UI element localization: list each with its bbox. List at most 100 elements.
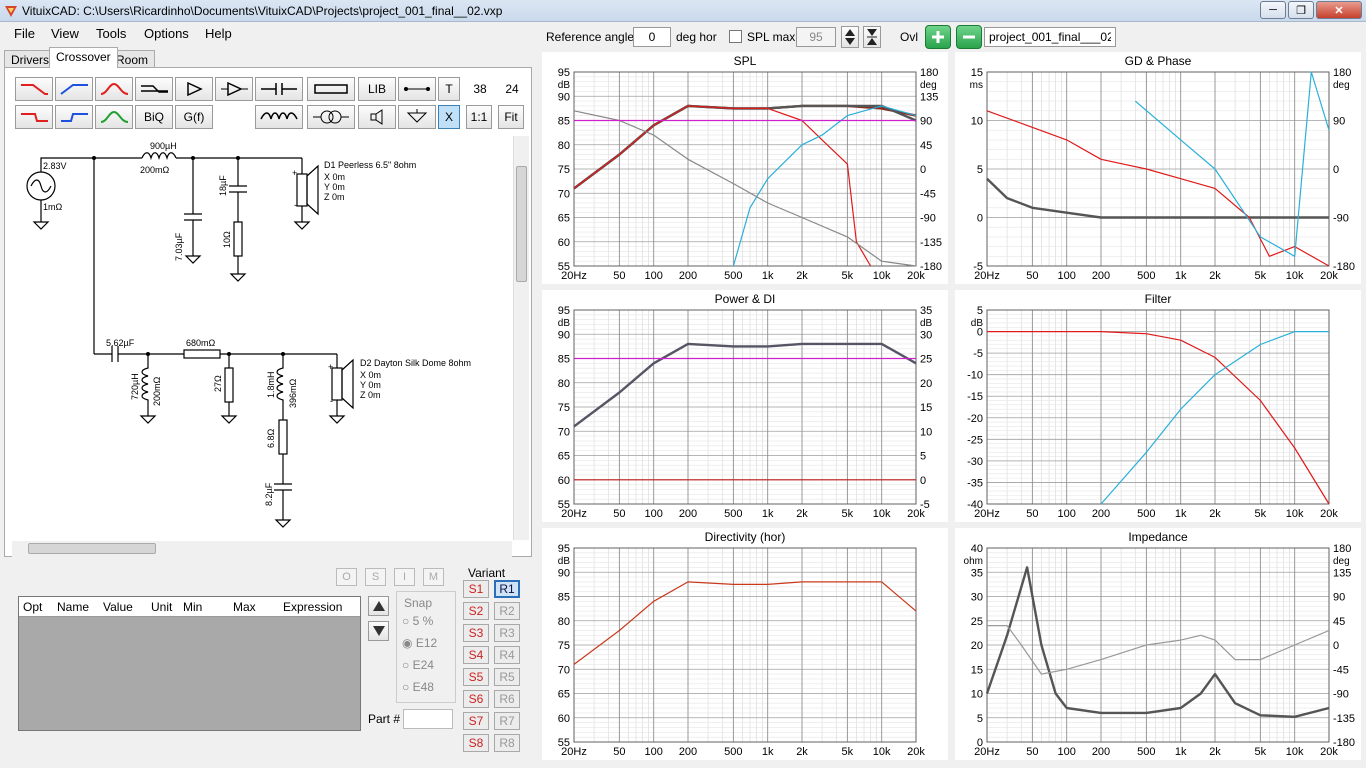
graph-gd-phase[interactable]: GD & Phase 15 10 5 0 -5 20Hz 50 100 200 500 1k 2k 5k 1… — [955, 52, 1361, 284]
col-value[interactable]: Value — [99, 597, 147, 616]
optimizer-m-button[interactable]: M — [423, 568, 444, 586]
spl-max-input[interactable] — [796, 27, 836, 47]
reference-angle-input[interactable] — [633, 27, 671, 47]
x-tick-label: 500 — [1137, 508, 1155, 520]
y-tick-label: 80 — [558, 140, 570, 152]
highpass-tool-button[interactable] — [55, 77, 93, 101]
schematic-horizontal-scrollbar[interactable] — [12, 541, 512, 557]
schematic-vertical-scrollbar[interactable] — [513, 136, 529, 540]
variant-s7-button[interactable]: S7 — [463, 712, 489, 730]
spl-max-spinner[interactable] — [841, 26, 859, 48]
variant-r2-button[interactable]: R2 — [494, 602, 520, 620]
variant-r4-button[interactable]: R4 — [494, 646, 520, 664]
part-number-input[interactable] — [403, 709, 453, 729]
menu-help[interactable]: Help — [205, 26, 232, 41]
grid-size-value[interactable]: 38 — [467, 78, 493, 100]
variant-r3-button[interactable]: R3 — [494, 624, 520, 642]
font-size-value[interactable]: 24 — [499, 78, 525, 100]
col-max[interactable]: Max — [229, 597, 279, 616]
tab-crossover[interactable]: Crossover — [49, 47, 118, 68]
variant-r7-button[interactable]: R7 — [494, 712, 520, 730]
variant-s2-button[interactable]: S2 — [463, 602, 489, 620]
variant-s8-button[interactable]: S8 — [463, 734, 489, 752]
move-up-button[interactable] — [368, 596, 389, 616]
col-name[interactable]: Name — [53, 597, 99, 616]
notch-tool-button[interactable] — [95, 77, 133, 101]
graph-impedance[interactable]: Impedance 40 35 30 25 20 15 10 5 0 20Hz 50 100 200 500… — [955, 528, 1361, 760]
crossover-schematic[interactable]: 2.83V 1mΩ 900µH 200mΩ 7.03µF 18µF 10Ω D1… — [12, 136, 512, 540]
driver-tool-button[interactable] — [358, 105, 396, 129]
move-down-button[interactable] — [368, 621, 389, 641]
menu-file[interactable]: File — [14, 26, 35, 41]
menu-options[interactable]: Options — [144, 26, 189, 41]
variant-r5-button[interactable]: R5 — [494, 668, 520, 686]
col-unit[interactable]: Unit — [147, 597, 179, 616]
resistor-r1[interactable] — [233, 221, 243, 257]
capacitor-tool-button[interactable] — [255, 77, 303, 101]
resistor-r2[interactable] — [183, 349, 221, 359]
col-expression[interactable]: Expression — [279, 597, 357, 616]
maximize-button[interactable]: ❐ — [1288, 1, 1314, 19]
minimize-button[interactable]: ─ — [1260, 1, 1286, 19]
resistor-r4[interactable] — [278, 419, 288, 455]
optimizer-s-button[interactable]: S — [365, 568, 386, 586]
x-toggle-button[interactable]: X — [438, 105, 460, 129]
driver-d2[interactable] — [331, 367, 343, 401]
lowpass2-tool-button[interactable] — [15, 105, 53, 129]
variant-s3-button[interactable]: S3 — [463, 624, 489, 642]
variant-s1-button[interactable]: S1 — [463, 580, 489, 598]
graph-spl[interactable]: SPL 95 90 85 80 75 70 65 60 55 20Hz 50 100 200 500 1k 2k… — [542, 52, 948, 284]
optimizer-i-button[interactable]: I — [394, 568, 415, 586]
inductor-tool-button[interactable] — [255, 105, 303, 129]
graph-filter[interactable]: Filter 5 0 -5 -10 -15 -20 -25 -30 -35 -40 20Hz 50 100… — [955, 290, 1361, 522]
transformer-tool-button[interactable] — [307, 105, 355, 129]
optimizer-o-button[interactable]: O — [336, 568, 357, 586]
resistor-r3[interactable] — [224, 367, 234, 403]
wire-tool-button[interactable] — [398, 77, 436, 101]
variant-r1-button[interactable]: R1 — [494, 580, 520, 598]
snap-e24-radio[interactable]: ○ E24 — [402, 658, 434, 672]
ground-tool-button[interactable] — [398, 105, 436, 129]
snap-e48-radio[interactable]: ○ E48 — [402, 680, 434, 694]
snap-e12-radio[interactable]: ◉ E12 — [402, 636, 437, 650]
resistor-tool-button[interactable] — [307, 77, 355, 101]
variant-r8-button[interactable]: R8 — [494, 734, 520, 752]
variant-s6-button[interactable]: S6 — [463, 690, 489, 708]
spl-max-checkbox[interactable] — [729, 30, 742, 43]
fit-range-button[interactable] — [863, 26, 881, 48]
col-min[interactable]: Min — [179, 597, 229, 616]
chart-5-svg: Impedance403530252015105020Hz 50 100 200 500… — [964, 530, 1355, 758]
col-opt[interactable]: Opt — [19, 597, 53, 616]
graph-power-di[interactable]: Power & DI 95 90 85 80 75 70 65 60 55 20Hz 50 100 200… — [542, 290, 948, 522]
remove-overlay-button[interactable] — [956, 25, 982, 49]
horizontal-scroll-thumb[interactable] — [28, 543, 156, 554]
close-button[interactable]: ✕ — [1316, 1, 1362, 19]
driver-d1[interactable] — [296, 173, 308, 207]
vertical-scroll-thumb[interactable] — [516, 166, 527, 282]
summer-tool-button[interactable] — [215, 77, 253, 101]
snap-5pct-radio[interactable]: ○ 5 % — [402, 614, 433, 628]
bandpass-tool-button[interactable] — [95, 105, 133, 129]
graph-directivity[interactable]: Directivity (hor) 95 90 85 80 75 70 65 60 55 20Hz 5… — [542, 528, 948, 760]
add-overlay-button[interactable] — [925, 25, 951, 49]
variant-r6-button[interactable]: R6 — [494, 690, 520, 708]
l2-value-label: 720µH — [130, 373, 140, 400]
shelf-tool-button[interactable] — [135, 77, 173, 101]
overlay-name-input[interactable] — [984, 27, 1116, 47]
optimizer-table[interactable]: Opt Name Value Unit Min Max Expression — [18, 596, 361, 731]
highpass2-tool-button[interactable] — [55, 105, 93, 129]
menu-view[interactable]: View — [51, 26, 79, 41]
library-button[interactable]: LIB — [358, 77, 396, 101]
d1-plus-label: + — [292, 168, 297, 178]
variant-s4-button[interactable]: S4 — [463, 646, 489, 664]
menu-tools[interactable]: Tools — [96, 26, 126, 41]
buffer-tool-button[interactable] — [175, 77, 213, 101]
transfer-function-button[interactable]: G(f) — [175, 105, 213, 129]
zoom-1-1-button[interactable]: 1:1 — [466, 105, 492, 129]
text-tool-button[interactable]: T — [438, 77, 460, 101]
biquad-button[interactable]: BiQ — [135, 105, 173, 129]
variant-s5-button[interactable]: S5 — [463, 668, 489, 686]
lowpass-tool-button[interactable] — [15, 77, 53, 101]
zoom-fit-button[interactable]: Fit — [498, 105, 524, 129]
inductor-l1[interactable] — [141, 152, 177, 161]
